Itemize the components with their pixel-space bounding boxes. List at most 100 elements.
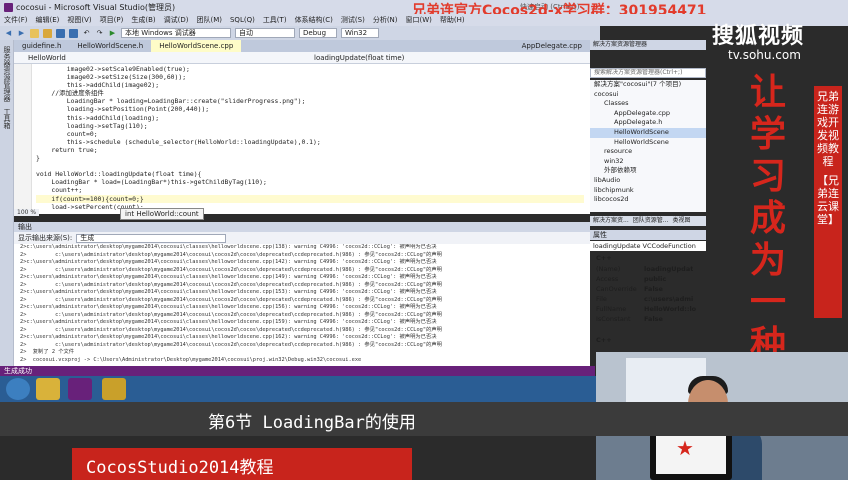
navigation-bar: HelloWorld loadingUpdate(float time) (14, 52, 590, 64)
tree-node[interactable]: win32 (590, 157, 706, 167)
menu-architecture[interactable]: 体系结构(C) (295, 15, 333, 25)
code-line: LoadingBar * loading=LoadingBar::create(… (36, 97, 306, 106)
menu-edit[interactable]: 编辑(E) (36, 15, 60, 25)
tree-node[interactable]: HelloWorldScene (590, 127, 706, 138)
status-bar: 生成成功 (0, 366, 595, 376)
tree-node[interactable]: libAudio (590, 176, 706, 186)
property-value: False (644, 315, 663, 323)
server-explorer-tab[interactable]: 服务器资源管理器 (2, 46, 12, 102)
menu-window[interactable]: 窗口(W) (406, 15, 432, 25)
explorer-taskbar-icon[interactable] (36, 378, 60, 400)
scope-dropdown[interactable]: HelloWorld (14, 54, 284, 62)
menu-project[interactable]: 项目(P) (100, 15, 124, 25)
property-row[interactable]: CanOverride False (596, 284, 704, 294)
tab-class-view[interactable]: 类视图 (672, 216, 690, 226)
tab-solution-explorer[interactable]: 解决方案资... (593, 216, 629, 226)
tab-helloworldscene-h[interactable]: HelloWorldScene.h (69, 40, 151, 52)
tree-node[interactable]: resource (590, 147, 706, 157)
course-title: CocosStudio2014教程 (86, 458, 274, 478)
property-value: public (644, 275, 667, 283)
output-line: 2> cocosui.vcxproj -> C:\Users\Administr… (20, 356, 362, 363)
menu-test[interactable]: 测试(S) (341, 15, 365, 25)
solution-tree: 解决方案"cocosui"(7 个项目) cocosui Classes AppDel… (590, 80, 706, 212)
code-lines: image02->setScale9Enabled(true); image02… (36, 65, 584, 211)
tree-node[interactable]: libchipmunk (590, 186, 706, 196)
code-line: loading->setPosition(Point(200,440)); (36, 105, 210, 114)
menu-tools[interactable]: 工具(T) (263, 15, 287, 25)
output-line: 2>c:\users\administrator\desktop\mygame2… (20, 274, 437, 280)
visual-studio-taskbar-icon[interactable] (68, 378, 92, 400)
tree-node[interactable]: libcocos2d (590, 195, 706, 205)
output-source-select[interactable]: 生成 (76, 233, 227, 243)
auto-select[interactable]: 自动 (235, 28, 295, 38)
property-row[interactable]: Access public (596, 274, 704, 284)
start-debug-icon[interactable]: ▶ (108, 29, 117, 38)
property-key: Access (596, 275, 619, 283)
menu-analyze[interactable]: 分析(N) (373, 15, 398, 25)
menu-file[interactable]: 文件(F) (4, 15, 28, 25)
undo-icon[interactable]: ↶ (82, 29, 91, 38)
forward-icon[interactable]: ▶ (17, 29, 26, 38)
member-dropdown[interactable]: loadingUpdate(float time) (284, 54, 404, 62)
code-line: load->setPercent(count); (36, 202, 144, 211)
debugger-select[interactable]: 本地 Windows 调试器 (121, 28, 231, 38)
code-line: LoadingBar * load=(LoadingBar*)this->get… (36, 178, 267, 187)
tree-node[interactable]: 外部依赖项 (590, 166, 706, 176)
tree-node[interactable]: HelloWorldScene (590, 138, 706, 148)
property-row[interactable]: File c:\users\admi (596, 294, 704, 304)
menu-debug[interactable]: 调试(D) (164, 15, 189, 25)
property-value: HelloWorld::lo (644, 305, 697, 313)
sohu-url: tv.sohu.com (728, 48, 801, 62)
output-source-bar: 显示输出来源(S): 生成 (14, 232, 590, 244)
menu-help[interactable]: 帮助(H) (440, 15, 465, 25)
menu-sql[interactable]: SQL(Q) (230, 16, 255, 24)
tree-node-label: 外部依赖项 (604, 166, 637, 175)
cocos-taskbar-icon[interactable] (102, 378, 126, 400)
start-button-icon[interactable] (6, 378, 30, 400)
tab-appdelegate-cpp[interactable]: AppDelegate.cpp (514, 40, 590, 52)
save-all-icon[interactable] (69, 28, 78, 38)
property-value: loadingUpdat (644, 265, 694, 273)
tree-node[interactable]: Classes (590, 99, 706, 109)
editor-gutter (14, 64, 32, 214)
menu-view[interactable]: 视图(V) (67, 15, 91, 25)
tree-node-label: AppDelegate.h (614, 118, 663, 127)
tab-guidefine-h[interactable]: guidefine.h (14, 40, 69, 52)
tree-node[interactable]: 解决方案"cocosui"(7 个项目) (590, 80, 706, 90)
property-key: IsConstant (596, 315, 631, 323)
menu-build[interactable]: 生成(B) (131, 15, 155, 25)
toolbox-tab[interactable]: 工具箱 (2, 108, 12, 129)
tree-node[interactable]: AppDelegate.h (590, 118, 706, 128)
sohu-video-logo: 搜狐视频 (712, 24, 805, 49)
tree-node-label: libcocos2d (594, 195, 629, 204)
code-line: loading->setTag(110); (36, 121, 148, 130)
solution-search-input[interactable]: 搜索解决方案资源管理器(Ctrl+;) (590, 68, 706, 78)
intellisense-tooltip: int HelloWorld::count (120, 208, 204, 220)
open-icon[interactable] (43, 28, 52, 38)
tree-node-label: HelloWorldScene (614, 127, 669, 136)
menu-team[interactable]: 团队(M) (196, 15, 222, 25)
lesson-caption-bar: 第6节 LoadingBar的使用 (0, 402, 848, 436)
zoom-level[interactable]: 100 % (14, 209, 40, 216)
save-icon[interactable] (56, 28, 65, 38)
toolbar: ◀ ▶ ↶ ↷ ▶ 本地 Windows 调试器 自动 Debug Win32 (0, 26, 600, 40)
tab-team-explorer[interactable]: 团队资源管... (633, 216, 669, 226)
left-tool-strip: 服务器资源管理器 工具箱 (0, 40, 14, 370)
code-editor[interactable]: image02->setScale9Enabled(true); image02… (14, 64, 590, 214)
redo-icon[interactable]: ↷ (95, 29, 104, 38)
tab-helloworldscene-cpp[interactable]: HelloWorldScene.cpp (151, 40, 242, 52)
output-line: 2>c:\users\administrator\desktop\mygame2… (20, 289, 437, 295)
tree-node[interactable]: cocosui (590, 90, 706, 100)
property-row[interactable]: FullName HelloWorld::lo (596, 304, 704, 314)
properties-object-select[interactable]: loadingUpdate VCCodeFunction (590, 241, 706, 251)
back-icon[interactable]: ◀ (4, 29, 13, 38)
tree-node[interactable]: AppDelegate.cpp (590, 109, 706, 119)
configuration-select[interactable]: Debug (299, 28, 337, 38)
output-line: 2>c:\users\administrator\desktop\mygame2… (20, 319, 437, 325)
solution-explorer-title: 解决方案资源管理器 (590, 40, 706, 50)
new-project-icon[interactable] (30, 28, 39, 38)
property-row[interactable]: (Name) loadingUpdat (596, 264, 704, 274)
property-row[interactable]: IsConstant False (596, 314, 704, 324)
platform-select[interactable]: Win32 (341, 28, 379, 38)
